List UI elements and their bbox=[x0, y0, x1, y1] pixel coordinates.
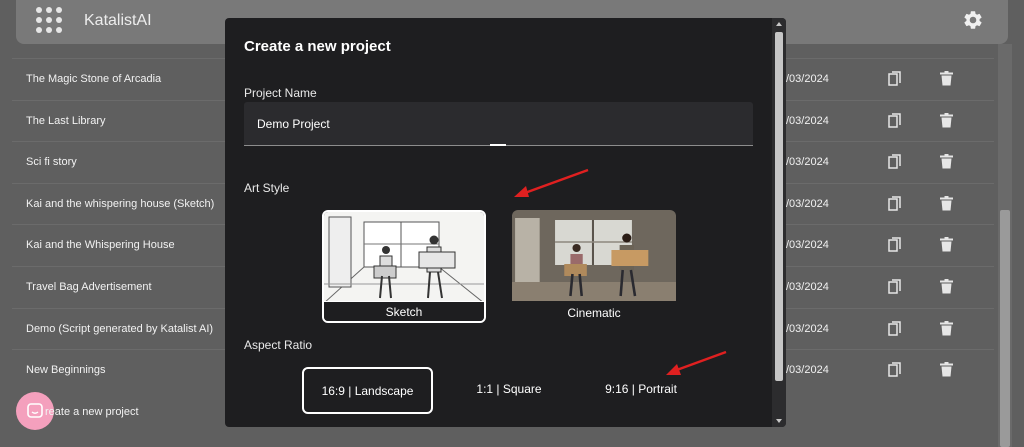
modal-title: Create a new project bbox=[244, 38, 391, 55]
project-date: /03/2024 bbox=[786, 156, 829, 169]
project-name[interactable]: Sci fi story bbox=[26, 156, 77, 168]
project-name[interactable]: New Beginnings bbox=[26, 364, 106, 376]
scroll-up-icon[interactable] bbox=[776, 22, 782, 26]
copy-icon[interactable] bbox=[888, 154, 902, 170]
copy-icon[interactable] bbox=[888, 112, 902, 129]
chat-icon bbox=[27, 403, 43, 418]
project-name[interactable]: The Last Library bbox=[26, 115, 105, 127]
project-date: /03/2024 bbox=[786, 239, 829, 252]
art-style-sketch-card[interactable]: Sketch bbox=[322, 210, 486, 323]
project-name[interactable]: Demo (Script generated by Katalist AI) bbox=[26, 323, 213, 335]
project-date: /03/2024 bbox=[786, 364, 829, 377]
trash-icon[interactable] bbox=[940, 154, 953, 169]
modal-scrollbar-thumb[interactable] bbox=[775, 32, 783, 381]
project-name[interactable]: The Magic Stone of Arcadia bbox=[26, 73, 161, 85]
trash-icon[interactable] bbox=[940, 195, 953, 211]
trash-icon[interactable] bbox=[940, 237, 953, 252]
copy-icon[interactable] bbox=[888, 71, 902, 87]
trash-icon[interactable] bbox=[940, 362, 953, 377]
modal-scrollbar[interactable] bbox=[772, 18, 786, 427]
annotation-arrow-icon bbox=[666, 350, 727, 375]
cinematic-thumbnail-image bbox=[512, 210, 676, 301]
copy-icon[interactable] bbox=[888, 320, 902, 337]
app-name: KatalistAI bbox=[84, 12, 152, 29]
page-scrollbar-thumb[interactable] bbox=[1000, 210, 1010, 447]
project-name[interactable]: Travel Bag Advertisement bbox=[26, 281, 152, 293]
project-date: /03/2024 bbox=[786, 280, 829, 293]
trash-icon[interactable] bbox=[940, 278, 953, 294]
page-scrollbar[interactable] bbox=[998, 44, 1012, 447]
trash-icon[interactable] bbox=[940, 112, 953, 128]
aspect-landscape-option[interactable]: 16:9 | Landscape bbox=[302, 367, 433, 414]
annotation-arrow-icon bbox=[514, 168, 589, 197]
aspect-square-option[interactable]: 1:1 | Square bbox=[457, 367, 561, 414]
copy-icon[interactable] bbox=[888, 196, 902, 212]
art-style-label: Art Style bbox=[244, 181, 290, 195]
project-date: /03/2024 bbox=[786, 322, 829, 335]
gear-icon[interactable] bbox=[962, 9, 984, 31]
aspect-ratio-label: Aspect Ratio bbox=[244, 338, 313, 352]
sketch-thumbnail-image bbox=[324, 212, 484, 303]
project-name[interactable]: Kai and the Whispering House bbox=[26, 239, 175, 251]
project-date: /03/2024 bbox=[786, 114, 829, 127]
trash-icon[interactable] bbox=[940, 71, 953, 86]
art-style-cinematic-card[interactable]: Cinematic bbox=[512, 210, 676, 323]
art-style-label-sketch: Sketch bbox=[324, 301, 484, 321]
create-project-link[interactable]: reate a new project bbox=[45, 406, 139, 418]
project-name-field[interactable] bbox=[244, 102, 753, 146]
field-focus-indicator bbox=[490, 144, 506, 146]
project-name-label: Project Name bbox=[244, 86, 317, 100]
scroll-down-icon[interactable] bbox=[776, 419, 782, 423]
trash-icon[interactable] bbox=[940, 320, 953, 336]
copy-icon[interactable] bbox=[888, 237, 902, 253]
copy-icon[interactable] bbox=[888, 279, 902, 295]
art-style-label-cinematic: Cinematic bbox=[512, 303, 676, 323]
project-date: /03/2024 bbox=[786, 197, 829, 210]
dots-grid-logo-icon[interactable] bbox=[36, 7, 66, 37]
project-name-input[interactable] bbox=[257, 115, 737, 133]
project-name[interactable]: Kai and the whispering house (Sketch) bbox=[26, 198, 214, 210]
project-date: /03/2024 bbox=[786, 73, 829, 85]
copy-icon[interactable] bbox=[888, 362, 902, 378]
